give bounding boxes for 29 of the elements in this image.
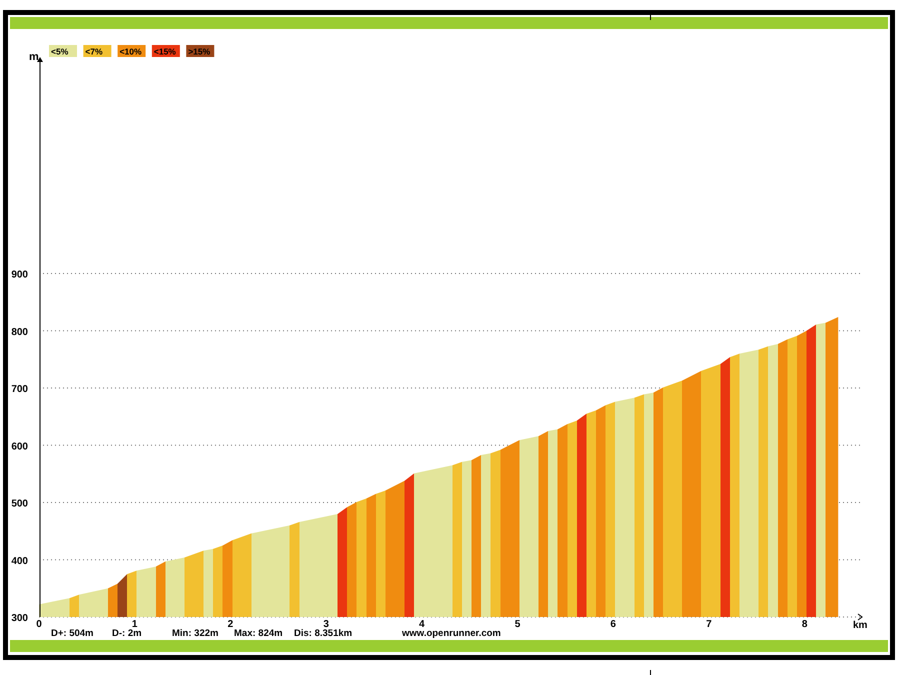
- y-axis-label: m: [29, 51, 39, 63]
- y-tick-label: 600: [11, 441, 28, 452]
- stat-label: Max: 824m: [234, 628, 283, 638]
- y-tick-label: 300: [11, 613, 28, 624]
- stat-label: Dis: 8.351km: [294, 628, 352, 638]
- x-tick-label: 5: [514, 619, 520, 630]
- x-tick-label: 8: [802, 619, 808, 630]
- x-tick-label: 2: [228, 619, 234, 630]
- y-tick-label: 800: [11, 326, 28, 338]
- stat-label: Min: 322m: [172, 628, 218, 638]
- legend-label: <15%: [154, 46, 176, 56]
- website-label: www.openrunner.com: [402, 628, 501, 638]
- y-tick-label: 900: [11, 270, 28, 281]
- x-tick-label: 0: [36, 619, 42, 630]
- legend-label: <10%: [120, 46, 142, 56]
- y-tick-label: 500: [11, 498, 28, 510]
- x-tick-label: 3: [323, 619, 329, 630]
- y-tick-label: 700: [11, 384, 28, 396]
- x-axis-label: km: [853, 620, 868, 631]
- x-tick-label: 1: [132, 619, 138, 630]
- x-tick-label: 4: [419, 619, 425, 630]
- legend-label: <5%: [51, 46, 68, 56]
- stat-label: D-: 2m: [112, 628, 142, 638]
- x-tick-label: 7: [706, 619, 712, 630]
- legend-label: <7%: [85, 46, 103, 56]
- y-tick-label: 400: [11, 556, 28, 567]
- legend-label: >15%: [188, 46, 210, 56]
- stat-label: D+: 504m: [51, 628, 94, 638]
- x-tick-label: 6: [610, 619, 616, 630]
